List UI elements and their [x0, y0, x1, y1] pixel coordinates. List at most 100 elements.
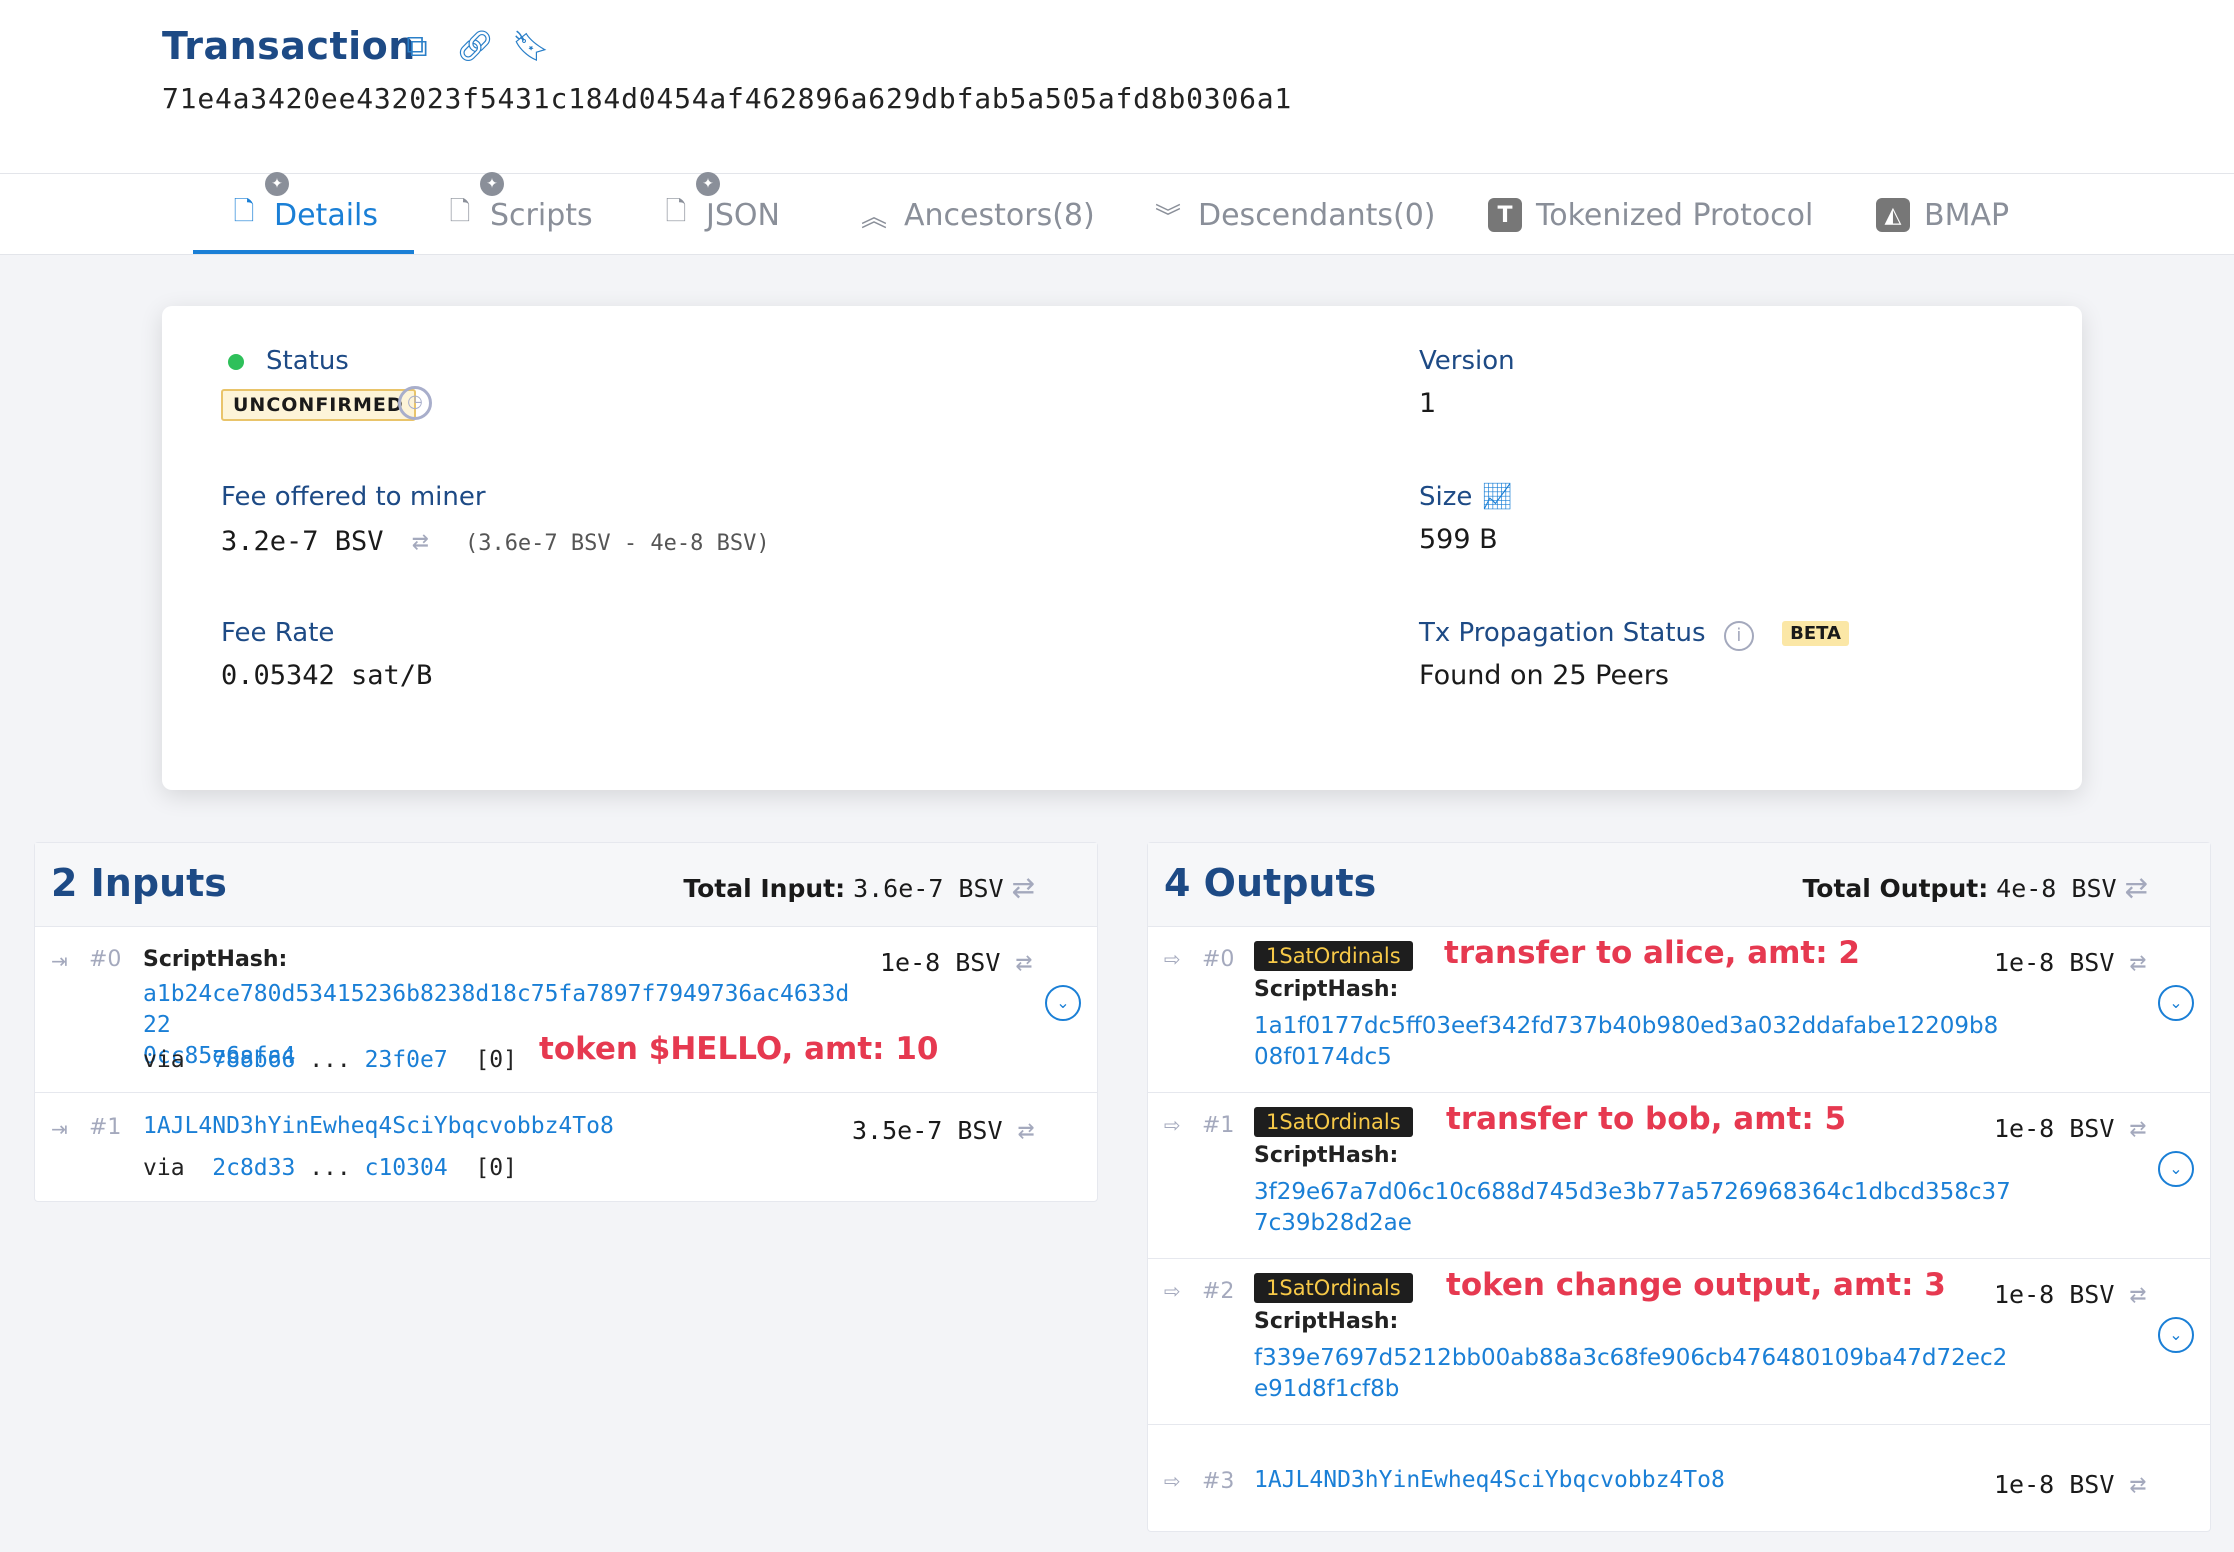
output-arrow-icon: ⇨: [1164, 1469, 1181, 1493]
fee-value: 3.2e-7 BSV ⇄ (3.6e-7 BSV - 4e-8 BSV): [221, 524, 770, 557]
via-tx-link[interactable]: 2c8d33: [212, 1155, 295, 1181]
swap-icon[interactable]: ⇄: [1015, 945, 1032, 978]
chevron-down-icon[interactable]: ⌄: [2158, 985, 2194, 1021]
swap-icon[interactable]: ⇄: [2129, 1277, 2146, 1310]
output-amount: 1e-8 BSV ⇄: [1994, 945, 2147, 978]
json-doc-icon: 🗋︎: [665, 197, 687, 227]
swap-icon[interactable]: ⇄: [2129, 945, 2146, 978]
chevron-down-icon[interactable]: ⌄: [2158, 1317, 2194, 1353]
inputs-panel: 2 Inputs Total Input: 3.6e-7 BSV ⇄ ⇥ #0 …: [34, 842, 1098, 1202]
tab-descendants[interactable]: ︾ Descendants(0): [1152, 174, 1436, 256]
swap-icon[interactable]: ⇄: [1018, 1113, 1035, 1146]
input-index: #1: [89, 1115, 122, 1140]
double-chevron-down-icon: ︾: [1154, 202, 1181, 233]
tokenized-t-icon: T: [1488, 198, 1522, 232]
beta-badge: BETA: [1782, 621, 1849, 646]
tab-label: Scripts: [490, 197, 593, 233]
swap-icon[interactable]: ⇄: [412, 524, 429, 557]
input-via: via 2c8d33 ... c10304 [0]: [143, 1155, 517, 1181]
script-label: ScriptHash:: [143, 947, 288, 972]
outputs-panel: 4 Outputs Total Output: 4e-8 BSV ⇄ ⇨ #0 …: [1147, 842, 2211, 1532]
size-label: Size 📈︎: [1419, 482, 1514, 512]
info-icon[interactable]: i: [1723, 621, 1754, 651]
propagation-value: Found on 25 Peers: [1419, 660, 1669, 691]
code-doc-icon: 🗋︎: [449, 197, 471, 227]
copy-icon[interactable]: ⧉: [400, 30, 434, 64]
via-tx-link[interactable]: 788b66: [212, 1047, 295, 1073]
tab-bmap[interactable]: ◭ BMAP: [1876, 174, 2009, 256]
double-chevron-up-icon: ︽: [860, 202, 887, 233]
output-index: #0: [1202, 947, 1235, 972]
status-dot: [228, 353, 244, 370]
input-arrow-icon: ⇥: [51, 1117, 68, 1141]
swap-icon[interactable]: ⇄: [2129, 1111, 2146, 1144]
output-arrow-icon: ⇨: [1164, 1279, 1181, 1303]
fee-label: Fee offered to miner: [221, 482, 486, 512]
address-link[interactable]: 1AJL4ND3hYinEwheq4SciYbqcvobbz4To8: [143, 1111, 614, 1142]
chart-icon[interactable]: 📈︎: [1481, 482, 1514, 512]
tab-label: BMAP: [1924, 197, 2010, 233]
tab-json[interactable]: 🗋︎ ✦ JSON: [660, 172, 780, 256]
ordinals-badge: 1SatOrdinals: [1254, 1273, 1413, 1303]
tab-bar: 🗋︎ ✦ Details 🗋︎ ✦ Scripts 🗋︎ ✦ JSON ︽ An…: [0, 172, 2234, 256]
input-row: ⇥ #1 1AJL4ND3hYinEwheq4SciYbqcvobbz4To8 …: [35, 1093, 1097, 1203]
output-amount: 1e-8 BSV ⇄: [1994, 1277, 2147, 1310]
output-row: ⇨ #1 1SatOrdinals transfer to bob, amt: …: [1148, 1093, 2210, 1259]
active-tab-indicator: [193, 250, 414, 254]
swap-icon[interactable]: ⇄: [2125, 871, 2148, 904]
input-via: via 788b66 ... 23f0e7 [0]: [143, 1047, 517, 1073]
feerate-value: 0.05342 sat/B: [221, 660, 433, 691]
input-annotation: token $HELLO, amt: 10: [539, 1031, 939, 1067]
swap-icon[interactable]: ⇄: [1012, 871, 1035, 904]
pin-icon: ✦: [265, 172, 289, 196]
version-label: Version: [1419, 346, 1515, 376]
transaction-id[interactable]: 71e4a3420ee432023f5431c184d0454af462896a…: [162, 82, 1292, 115]
size-value: 599 B: [1419, 524, 1498, 555]
clock-icon[interactable]: ◷: [398, 386, 432, 420]
output-index: #2: [1202, 1279, 1235, 1304]
bookmark-icon[interactable]: 🔖︎: [512, 30, 550, 64]
script-label: ScriptHash:: [1254, 977, 1399, 1002]
ordinals-badge: 1SatOrdinals: [1254, 1107, 1413, 1137]
pin-icon: ✦: [696, 172, 720, 196]
inputs-title: 2 Inputs: [51, 861, 227, 905]
tab-details[interactable]: 🗋︎ ✦ Details: [228, 172, 378, 256]
details-card: Status UNCONFIRMED ◷ Version 1 Fee offer…: [162, 306, 2082, 790]
output-annotation: transfer to alice, amt: 2: [1444, 935, 1860, 971]
output-arrow-icon: ⇨: [1164, 947, 1181, 971]
address-link[interactable]: 1AJL4ND3hYinEwheq4SciYbqcvobbz4To8: [1254, 1465, 1725, 1496]
output-row: ⇨ #2 1SatOrdinals token change output, a…: [1148, 1259, 2210, 1425]
script-label: ScriptHash:: [1254, 1143, 1399, 1168]
script-hash-link[interactable]: 3f29e67a7d06c10c688d745d3e3b77a572696836…: [1254, 1177, 2014, 1239]
link-icon[interactable]: 🔗︎: [456, 30, 494, 64]
output-arrow-icon: ⇨: [1164, 1113, 1181, 1137]
output-row: ⇨ #0 1SatOrdinals transfer to alice, amt…: [1148, 927, 2210, 1093]
version-value: 1: [1419, 388, 1437, 419]
pin-icon: ✦: [480, 172, 504, 196]
swap-icon[interactable]: ⇄: [2129, 1467, 2146, 1500]
tab-tokenized-protocol[interactable]: T Tokenized Protocol: [1488, 174, 1813, 256]
output-annotation: token change output, amt: 3: [1446, 1267, 1946, 1303]
script-hash-link[interactable]: f339e7697d5212bb00ab88a3c68fe906cb476480…: [1254, 1343, 2014, 1405]
output-index: #3: [1202, 1469, 1235, 1494]
input-amount: 3.5e-7 BSV ⇄: [852, 1113, 1035, 1146]
tab-ancestors[interactable]: ︽ Ancestors(8): [858, 174, 1095, 256]
output-index: #1: [1202, 1113, 1235, 1138]
bitcoin-doc-icon: 🗋︎: [233, 197, 255, 227]
output-row: ⇨ #3 1AJL4ND3hYinEwheq4SciYbqcvobbz4To8 …: [1148, 1425, 2210, 1531]
input-arrow-icon: ⇥: [51, 949, 68, 973]
tab-label: JSON: [706, 197, 780, 233]
script-label: ScriptHash:: [1254, 1309, 1399, 1334]
feerate-label: Fee Rate: [221, 618, 335, 648]
fee-breakdown: (3.6e-7 BSV - 4e-8 BSV): [464, 531, 770, 556]
page-title: Transaction: [162, 24, 416, 68]
output-annotation: transfer to bob, amt: 5: [1446, 1101, 1847, 1137]
output-amount: 1e-8 BSV ⇄: [1994, 1111, 2147, 1144]
page-header: Transaction ⧉ 🔗︎ 🔖︎ 71e4a3420ee432023f54…: [0, 0, 2234, 173]
chevron-down-icon[interactable]: ⌄: [1045, 985, 1081, 1021]
script-hash-link[interactable]: 1a1f0177dc5ff03eef342fd737b40b980ed3a032…: [1254, 1011, 2014, 1073]
tab-scripts[interactable]: 🗋︎ ✦ Scripts: [444, 172, 593, 256]
status-badge: UNCONFIRMED: [221, 389, 416, 421]
chevron-down-icon[interactable]: ⌄: [2158, 1151, 2194, 1187]
input-amount: 1e-8 BSV ⇄: [880, 945, 1033, 978]
